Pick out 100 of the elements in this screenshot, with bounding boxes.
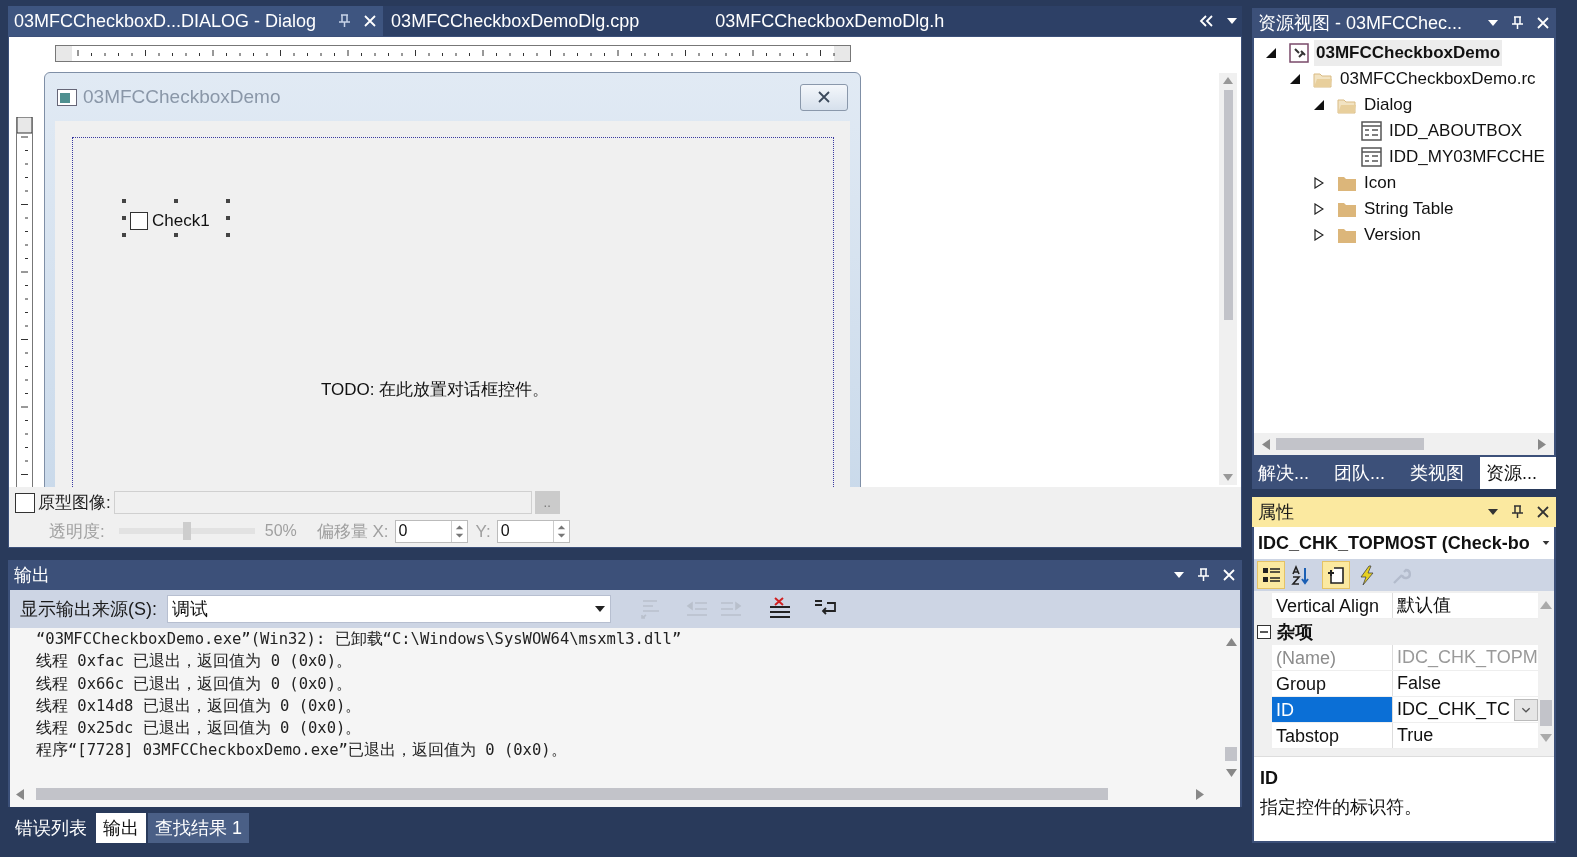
static-text: TODO: 在此放置对话框控件。: [321, 379, 550, 401]
dropdown-icon[interactable]: [1487, 19, 1499, 27]
percent-text: 50%: [264, 521, 297, 542]
horizontal-scrollbar[interactable]: [1254, 433, 1554, 455]
output-line: “03MFCCheckboxDemo.exe”(Win32): 已卸载“C:\Windows\SysWOW64\msxml3.dll”: [36, 629, 683, 650]
property-name[interactable]: Vertical Align: [1272, 593, 1393, 618]
tree-item[interactable]: 03MFCCheckboxDemo: [1314, 40, 1503, 66]
scroll-down-icon[interactable]: [1225, 769, 1237, 777]
properties-page-icon: [1325, 564, 1347, 586]
panel-tab[interactable]: 资源...: [1480, 457, 1556, 489]
collapsed-arrow-icon[interactable]: [1314, 203, 1324, 215]
selection-handles[interactable]: [122, 199, 232, 237]
scroll-up-icon[interactable]: [1225, 638, 1237, 646]
property-name[interactable]: ID: [1272, 697, 1393, 722]
clear-all-icon[interactable]: [767, 597, 793, 621]
scrollbar-thumb[interactable]: [1225, 747, 1237, 761]
number-field[interactable]: 0: [496, 519, 570, 543]
output-line: 线程 0x14d8 已退出，返回值为 0 (0x0)。: [36, 695, 363, 717]
scrollbar-thumb[interactable]: [1223, 90, 1233, 320]
scroll-right-icon[interactable]: [1538, 438, 1546, 450]
expanded-arrow-icon[interactable]: [1290, 74, 1300, 84]
close-icon[interactable]: [363, 14, 378, 28]
number-field[interactable]: 0: [394, 519, 468, 543]
tree-item[interactable]: Icon: [1362, 170, 1399, 196]
panel-title: 资源视图 - 03MFCChec...: [1258, 11, 1464, 35]
project-icon: [1289, 43, 1309, 63]
dropdown-icon[interactable]: [1226, 17, 1238, 25]
tree-item[interactable]: IDD_MY03MFCCHE: [1387, 144, 1547, 170]
slider-thumb[interactable]: [182, 522, 191, 541]
sort-alphabetical-icon: [1290, 564, 1312, 586]
property-value[interactable]: 默认值: [1397, 592, 1451, 619]
toolbar-button[interactable]: [1257, 561, 1285, 589]
input-field[interactable]: [113, 491, 532, 515]
property-name[interactable]: Group: [1272, 671, 1393, 696]
dropdown-icon[interactable]: [1487, 508, 1499, 516]
collapsed-arrow-icon[interactable]: [1314, 177, 1324, 189]
dialog-title: 03MFCCheckboxDemo: [83, 84, 281, 109]
folder-icon: [1337, 174, 1357, 192]
checkbox[interactable]: [130, 211, 148, 230]
panel-tab[interactable]: 团队...: [1328, 457, 1404, 489]
panel-tab[interactable]: 类视图: [1404, 457, 1480, 489]
pin-icon[interactable]: [1511, 505, 1524, 519]
property-name[interactable]: Tabstop: [1272, 723, 1393, 748]
close-icon[interactable]: [1536, 505, 1550, 519]
collapsed-arrow-icon[interactable]: [1314, 229, 1324, 241]
tree-item[interactable]: Dialog: [1362, 92, 1415, 118]
tree-item[interactable]: String Table: [1362, 196, 1456, 222]
window-icon: [57, 88, 77, 106]
description-text: 指定控件的标识符。: [1260, 796, 1423, 819]
vertical-scrollbar[interactable]: [1219, 73, 1237, 485]
category-label: 杂项: [1277, 620, 1313, 644]
document-tab[interactable]: 03MFCCheckboxD...DIALOG - Dialog: [8, 6, 384, 36]
object-dropdown[interactable]: IDC_CHK_TOPMOST (Check-bo: [1254, 527, 1554, 559]
scrollbar-thumb[interactable]: [1539, 700, 1552, 726]
property-value[interactable]: IDC_CHK_TC: [1397, 696, 1511, 723]
document-tab[interactable]: 03MFCCheckboxDemoDlg.h: [707, 6, 963, 36]
tree-item[interactable]: 03MFCCheckboxDemo.rc: [1338, 66, 1538, 92]
open-folder-icon: [1337, 96, 1357, 114]
scroll-left-icon[interactable]: [1262, 438, 1270, 450]
panel-tab[interactable]: 查找结果 1: [148, 813, 249, 843]
panel-tab[interactable]: 解决...: [1252, 457, 1328, 489]
open-folder-icon: [1313, 70, 1333, 88]
scroll-left-icon[interactable]: [16, 788, 24, 800]
document-tab[interactable]: 03MFCCheckboxDemoDlg.cpp: [383, 6, 658, 36]
close-button[interactable]: [800, 83, 848, 111]
field-label: 透明度:: [49, 520, 105, 543]
tree-item[interactable]: IDD_ABOUTBOX: [1387, 118, 1525, 144]
dropdown-icon[interactable]: [594, 605, 606, 613]
checkbox-label: Check1: [152, 210, 210, 232]
scroll-right-icon[interactable]: [1196, 788, 1204, 800]
panel-tab[interactable]: 输出: [96, 813, 146, 843]
output-line: 线程 0x25dc 已退出，返回值为 0 (0x0)。: [36, 718, 363, 740]
panel-title: 输出: [14, 563, 51, 587]
double-chevron-icon[interactable]: [1198, 14, 1214, 28]
dialog-resource-icon: [1361, 121, 1382, 141]
property-value[interactable]: False: [1397, 670, 1441, 697]
folder-icon: [1337, 226, 1357, 244]
folder-icon: [1337, 200, 1357, 218]
close-icon[interactable]: [817, 90, 831, 104]
expanded-arrow-icon[interactable]: [1314, 100, 1324, 110]
field-label: 原型图像:: [38, 492, 111, 514]
description-title: ID: [1260, 767, 1279, 790]
output-line: 线程 0xfac 已退出，返回值为 0 (0x0)。: [36, 651, 353, 673]
field-label: 偏移量 X:: [316, 520, 389, 543]
output-line: 程序“[7728] 03MFCCheckboxDemo.exe”已退出，返回值为 0 (0x0)。: [36, 740, 568, 762]
collapse-icon[interactable]: [1257, 625, 1271, 639]
scrollbar-thumb[interactable]: [36, 788, 1108, 800]
scrollbar-thumb[interactable]: [1276, 438, 1424, 450]
tree-item[interactable]: Version: [1362, 222, 1423, 248]
dialog-resource-icon: [1361, 147, 1382, 167]
property-value[interactable]: True: [1397, 722, 1434, 749]
field-label: Y:: [475, 520, 491, 543]
dropdown[interactable]: 调试: [167, 595, 611, 623]
toolbar-button[interactable]: [1322, 561, 1350, 589]
dropdown-icon[interactable]: [1173, 571, 1185, 579]
checkbox[interactable]: [15, 492, 35, 513]
dropdown-icon[interactable]: [1542, 540, 1550, 546]
output-line: 线程 0x66c 已退出，返回值为 0 (0x0)。: [36, 673, 353, 695]
expanded-arrow-icon[interactable]: [1266, 48, 1276, 58]
panel-title: 属性: [1258, 500, 1295, 524]
